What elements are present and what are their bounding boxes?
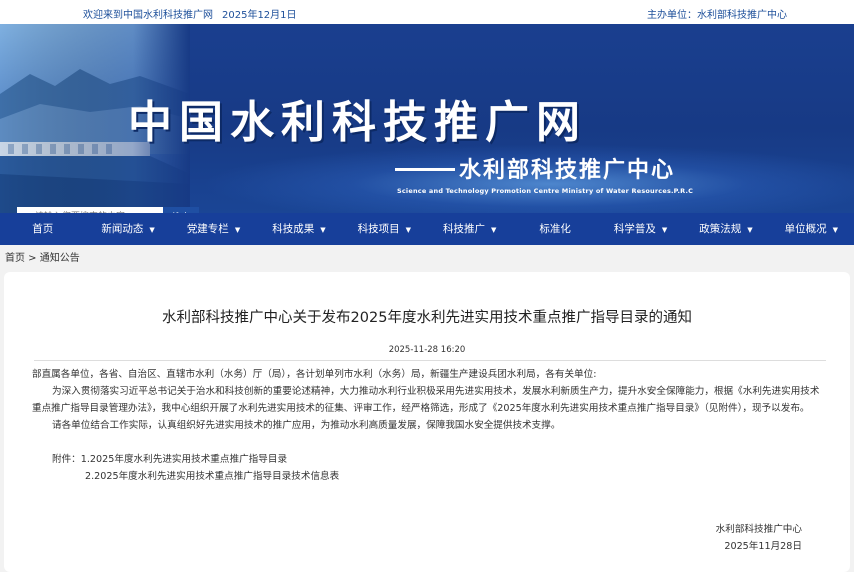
chevron-down-icon: ▼ (661, 226, 668, 234)
nav-label: 科技推广 (443, 223, 486, 235)
header-banner: 中国水利科技推广网 水利部科技推广中心 Science and Technolo… (0, 24, 854, 213)
subtitle-text: 水利部科技推广中心 (459, 158, 676, 183)
signature-organization: 水利部科技推广中心 (715, 524, 802, 535)
chevron-down-icon: ▼ (234, 226, 241, 234)
site-title: 中国水利科技推广网 (128, 97, 587, 148)
nav-item-science[interactable]: 科学普及 ▼ (598, 213, 683, 245)
title-divider (34, 360, 826, 361)
article-body: 部直属各单位，各省、自治区、直辖市水利（水务）厅（局），各计划单列市水利（水务）… (32, 366, 827, 485)
nav-label: 首页 (32, 223, 54, 235)
nav-label: 科技项目 (357, 223, 400, 235)
article-paragraph: 为深入贯彻落实习近平总书记关于治水和科技创新的重要论述精神，大力推动水利行业积极… (32, 386, 820, 414)
welcome-text: 欢迎来到中国水利科技推广网 (83, 10, 213, 21)
nav-label: 科技成果 (272, 223, 315, 235)
signature-block: 水利部科技推广中心 2025年11月28日 (716, 521, 802, 555)
nav-label: 政策法规 (699, 223, 742, 235)
article-title: 水利部科技推广中心关于发布2025年度水利先进实用技术重点推广指导目录的通知 (162, 310, 692, 326)
attachment-link-1[interactable]: 附件：1.2025年度水利先进实用技术重点推广指导目录 (32, 451, 827, 468)
breadcrumb-current[interactable]: 通知公告 (40, 253, 80, 264)
nav-label: 标准化 (539, 223, 571, 235)
breadcrumb: 首页 > 通知公告 (0, 245, 854, 271)
nav-item-achievements[interactable]: 科技成果 ▼ (256, 213, 341, 245)
nav-item-home[interactable]: 首页 (0, 213, 85, 245)
article-salutation: 部直属各单位，各省、自治区、直辖市水利（水务）厅（局），各计划单列市水利（水务）… (32, 369, 597, 380)
nav-item-projects[interactable]: 科技项目 ▼ (342, 213, 427, 245)
article-paragraph: 请各单位结合工作实际，认真组织好先进实用技术的推广应用，为推动水利高质量发展，保… (52, 420, 561, 431)
nav-item-standards[interactable]: 标准化 (512, 213, 597, 245)
nav-label: 单位概况 (784, 223, 827, 235)
article-datetime: 2025-11-28 16:20 (388, 345, 466, 355)
chevron-down-icon: ▼ (832, 226, 839, 234)
nav-label: 新闻动态 (101, 223, 144, 235)
top-bar: 欢迎来到中国水利科技推广网 2025年12月1日 主办单位：水利部科技推广中心 (0, 0, 854, 24)
chevron-down-icon: ▼ (491, 226, 497, 234)
current-date: 2025年12月1日 (222, 10, 297, 21)
signature-date: 2025年11月28日 (724, 541, 802, 552)
breadcrumb-home[interactable]: 首页 (5, 253, 25, 264)
nav-item-party[interactable]: 党建专栏 ▼ (171, 213, 256, 245)
search-button[interactable]: 搜索 (163, 207, 199, 213)
host-organization: 主办单位：水利部科技推广中心 (647, 10, 787, 21)
nav-label: 党建专栏 (186, 223, 229, 235)
search-box: 搜索 (17, 207, 199, 213)
english-name: Science and Technology Promotion Centre … (397, 187, 694, 195)
article-panel: 水利部科技推广中心关于发布2025年度水利先进实用技术重点推广指导目录的通知 2… (4, 272, 850, 572)
nav-item-promotion[interactable]: 科技推广 ▼ (427, 213, 512, 245)
main-navigation: 首页 新闻动态 ▼ 党建专栏 ▼ 科技成果 ▼ 科技项目 ▼ 科技推广 ▼ 标准化 科学普… (0, 213, 854, 245)
chevron-down-icon: ▼ (747, 226, 753, 234)
nav-item-about[interactable]: 单位概况 ▼ (769, 213, 854, 245)
nav-item-policy[interactable]: 政策法规 ▼ (683, 213, 768, 245)
chevron-down-icon: ▼ (149, 226, 155, 234)
subtitle-dash (395, 167, 455, 171)
nav-item-news[interactable]: 新闻动态 ▼ (85, 213, 170, 245)
attachment-link-2[interactable]: 2.2025年度水利先进实用技术重点推广指导目录技术信息表 (32, 468, 827, 485)
search-input[interactable] (17, 207, 163, 213)
nav-label: 科学普及 (613, 223, 656, 235)
site-subtitle: 水利部科技推广中心 (395, 152, 675, 184)
breadcrumb-separator: > (25, 253, 40, 264)
chevron-down-icon: ▼ (320, 226, 326, 234)
chevron-down-icon: ▼ (405, 226, 412, 234)
